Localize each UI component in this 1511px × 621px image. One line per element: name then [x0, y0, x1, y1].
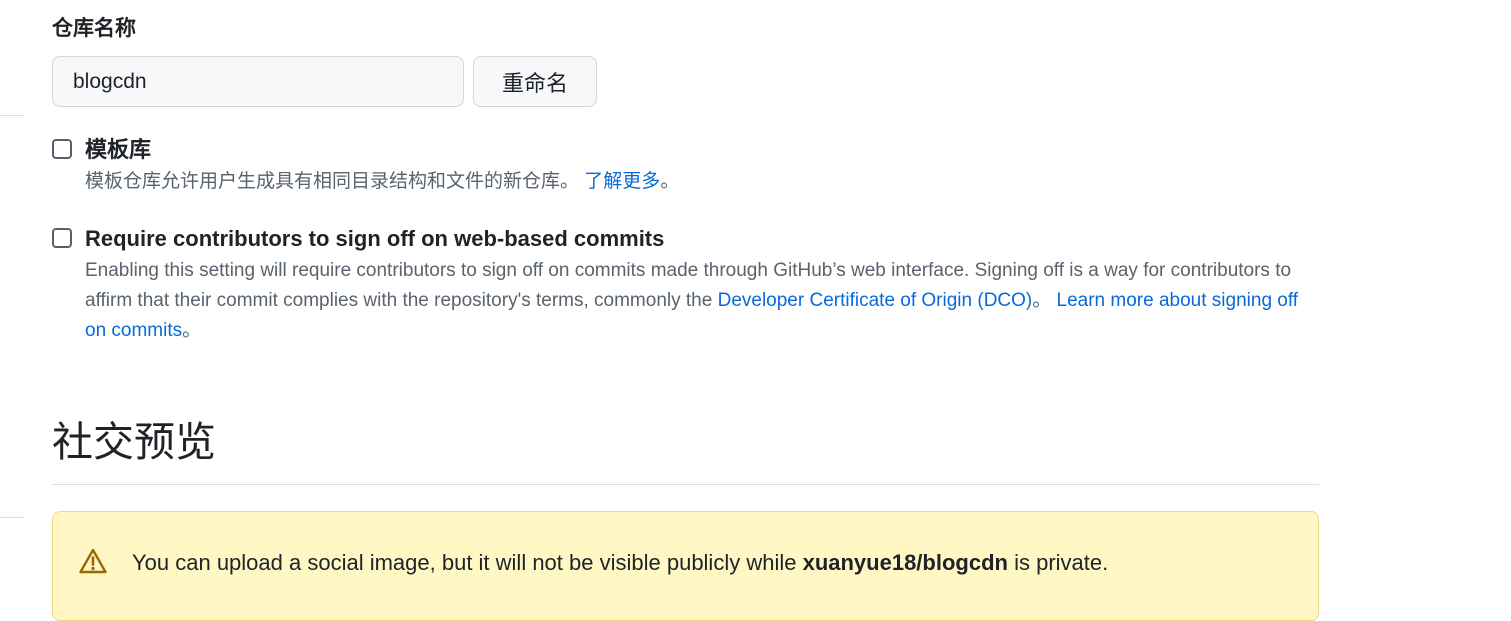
template-repo-checkbox[interactable] — [52, 139, 72, 159]
sign-off-end-punct: 。 — [182, 320, 202, 341]
rename-button[interactable]: 重命名 — [473, 56, 597, 107]
sign-off-checkbox[interactable] — [52, 228, 72, 248]
template-repo-description: 模板仓库允许用户生成具有相同目录结构和文件的新仓库。 了解更多。 — [85, 167, 1300, 197]
warning-prefix: You can upload a social image, but it wi… — [132, 550, 803, 575]
warning-suffix: is private. — [1007, 550, 1109, 575]
template-repo-end-punct: 。 — [660, 171, 680, 192]
sidebar-divider-top — [0, 115, 25, 116]
sign-off-title[interactable]: Require contributors to sign off on web-… — [85, 225, 664, 253]
repo-name-input[interactable] — [52, 56, 464, 107]
alert-triangle-icon — [79, 548, 107, 574]
template-repo-description-text: 模板仓库允许用户生成具有相同目录结构和文件的新仓库。 — [85, 171, 580, 192]
social-preview-warning-text: You can upload a social image, but it wi… — [132, 548, 1108, 578]
template-repo-learn-more-link[interactable]: 了解更多 — [584, 171, 660, 192]
sign-off-description: Enabling this setting will require contr… — [85, 256, 1300, 346]
sidebar-divider-bottom — [0, 517, 25, 518]
template-repo-title[interactable]: 模板库 — [85, 136, 151, 164]
warning-repo-name: xuanyue18/blogcdn — [802, 550, 1008, 575]
social-preview-heading: 社交预览 — [52, 419, 216, 465]
social-preview-warning: You can upload a social image, but it wi… — [52, 511, 1319, 621]
dco-link[interactable]: Developer Certificate of Origin (DCO) — [718, 290, 1033, 311]
repo-name-label: 仓库名称 — [52, 17, 136, 40]
section-divider — [52, 484, 1319, 485]
sign-off-description-separator: 。 — [1032, 290, 1057, 311]
